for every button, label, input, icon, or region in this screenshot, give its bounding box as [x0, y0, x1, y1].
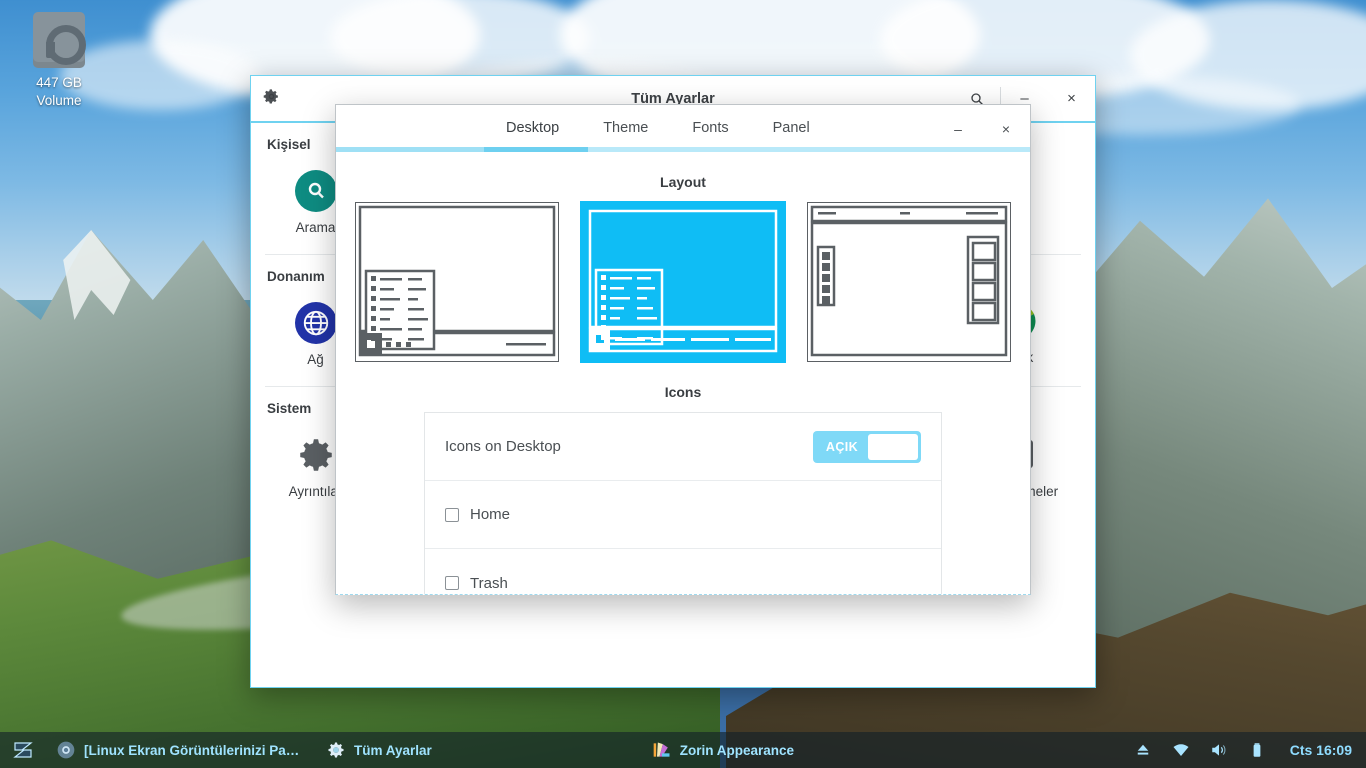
tab-desktop[interactable]: Desktop: [484, 105, 581, 152]
toggle-knob: [868, 433, 918, 460]
trash-icon-row[interactable]: Trash: [425, 549, 941, 594]
search-icon: [294, 170, 337, 212]
taskbar-item-label: Zorin Appearance: [679, 742, 795, 758]
icons-heading: Icons: [664, 384, 702, 400]
home-icon-row[interactable]: Home: [425, 481, 941, 549]
clock[interactable]: Cts 16:09: [1286, 742, 1352, 758]
wifi-icon[interactable]: [1172, 741, 1190, 759]
battery-icon[interactable]: [1248, 741, 1266, 759]
appearance-tabbar[interactable]: Desktop Theme Fonts Panel – ×: [336, 105, 1030, 152]
tab-theme[interactable]: Theme: [581, 105, 670, 152]
layout-option-2[interactable]: [581, 202, 785, 362]
gear-icon: [326, 740, 346, 760]
icons-settings-card: Icons on Desktop AÇIK Home Trash: [424, 412, 942, 594]
home-checkbox[interactable]: [445, 507, 459, 522]
browser-icon: [56, 740, 76, 760]
desktop-icon-volume[interactable]: 447 GB Volume: [18, 8, 100, 110]
active-tab-indicator: [484, 147, 588, 152]
tab-fonts[interactable]: Fonts: [670, 105, 750, 152]
details-gear-icon: [295, 434, 337, 476]
tab-panel[interactable]: Panel: [751, 105, 832, 152]
zorin-appearance-window[interactable]: Desktop Theme Fonts Panel – × Layout Ico…: [335, 104, 1031, 595]
layout-option-1[interactable]: [355, 202, 559, 362]
system-tray[interactable]: Cts 16:09: [1134, 741, 1366, 759]
taskbar[interactable]: [Linux Ekran Görüntülerinizi Paylaşın...…: [0, 732, 1366, 768]
taskbar-item-label: Tüm Ayarlar: [354, 742, 432, 758]
layout-option-3[interactable]: [807, 202, 1011, 362]
layout-heading: Layout: [660, 174, 706, 190]
desktop-icon-label-name: Volume: [36, 93, 82, 108]
trash-checkbox[interactable]: [445, 576, 459, 590]
home-label: Home: [470, 506, 511, 523]
trash-label: Trash: [470, 574, 508, 592]
network-globe-icon: [294, 302, 337, 344]
appearance-fan-icon: [652, 740, 672, 760]
taskbar-item-label: [Linux Ekran Görüntülerinizi Paylaşın...: [84, 742, 306, 758]
eject-icon[interactable]: [1134, 741, 1152, 759]
taskbar-item-settings[interactable]: Tüm Ayarlar: [316, 732, 442, 768]
taskbar-item-zorin-appearance[interactable]: Zorin Appearance: [642, 732, 804, 768]
icons-on-desktop-toggle[interactable]: AÇIK: [813, 430, 921, 463]
volume-icon[interactable]: [1210, 741, 1228, 759]
minimize-button[interactable]: –: [934, 105, 982, 152]
icons-on-desktop-row[interactable]: Icons on Desktop AÇIK: [425, 413, 941, 481]
appearance-content: Layout Icons Icons on Desktop AÇIK Home …: [336, 152, 1030, 594]
desktop-icon-label-size: 447 GB: [36, 75, 82, 90]
zorin-menu-icon[interactable]: [0, 732, 46, 768]
tab-list: Desktop Theme Fonts Panel: [484, 105, 832, 152]
toggle-state-label: AÇIK: [825, 439, 859, 454]
tab-underline: [336, 147, 1030, 152]
icons-on-desktop-label: Icons on Desktop: [445, 438, 561, 455]
layout-options: [336, 202, 1030, 362]
close-button[interactable]: ×: [982, 105, 1030, 152]
drive-icon: [33, 12, 86, 68]
taskbar-item-browser[interactable]: [Linux Ekran Görüntülerinizi Paylaşın...: [46, 732, 316, 768]
